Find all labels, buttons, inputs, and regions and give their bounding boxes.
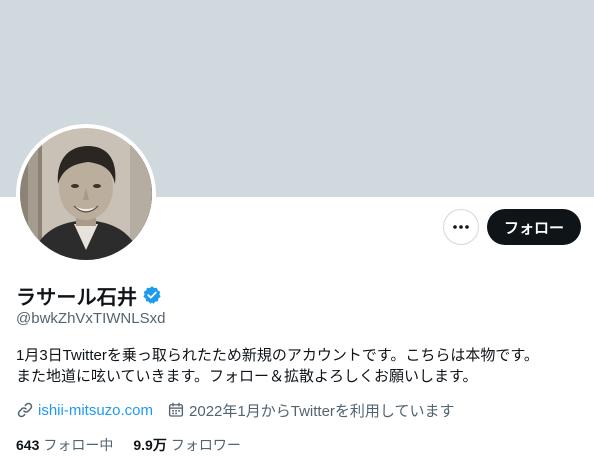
bio-line: 1月3日Twitterを乗っ取られたため新規のアカウントです。こちらは本物です。 (16, 347, 539, 364)
followers-label: フォロワー (170, 437, 241, 453)
followers-link[interactable]: 9.9万 フォロワー (133, 435, 240, 455)
joined-date: 2022年1月からTwitterを利用しています (189, 402, 455, 420)
followers-count: 9.9万 (133, 437, 167, 453)
following-label: フォロー中 (43, 437, 114, 453)
link-icon (17, 402, 33, 418)
profile-meta: ishii-mitsuzo.com 2022年1月からTwitterを利用してい… (16, 400, 454, 420)
verified-badge-icon[interactable] (142, 285, 162, 305)
calendar-icon (168, 402, 184, 417)
more-options-button[interactable] (443, 209, 479, 245)
follow-button[interactable]: フォロー (487, 209, 581, 245)
website-link[interactable]: ishii-mitsuzo.com (38, 402, 153, 419)
following-link[interactable]: 643 フォロー中 (16, 435, 113, 455)
more-horizontal-icon (453, 225, 469, 229)
website-item: ishii-mitsuzo.com (16, 401, 153, 419)
profile-bio: 1月3日Twitterを乗っ取られたため新規のアカウントです。こちらは本物です。… (16, 345, 539, 387)
joined-item: 2022年1月からTwitterを利用しています (167, 400, 454, 421)
bio-line: また地道に呟いていきます。フォロー＆拡散よろしくお願いします。 (16, 368, 478, 385)
following-count: 643 (16, 437, 40, 453)
follow-stats: 643 フォロー中 9.9万 フォロワー (16, 435, 261, 455)
avatar[interactable] (16, 124, 156, 264)
name-row: ラサール石井 (16, 281, 162, 309)
profile-page: フォロー ラサール石井 @bwkZhVxTIWNLSxd 1月3日Twitter… (0, 0, 594, 460)
display-name: ラサール石井 (16, 286, 138, 309)
user-handle: @bwkZhVxTIWNLSxd (16, 310, 166, 327)
avatar-photo (20, 128, 152, 260)
